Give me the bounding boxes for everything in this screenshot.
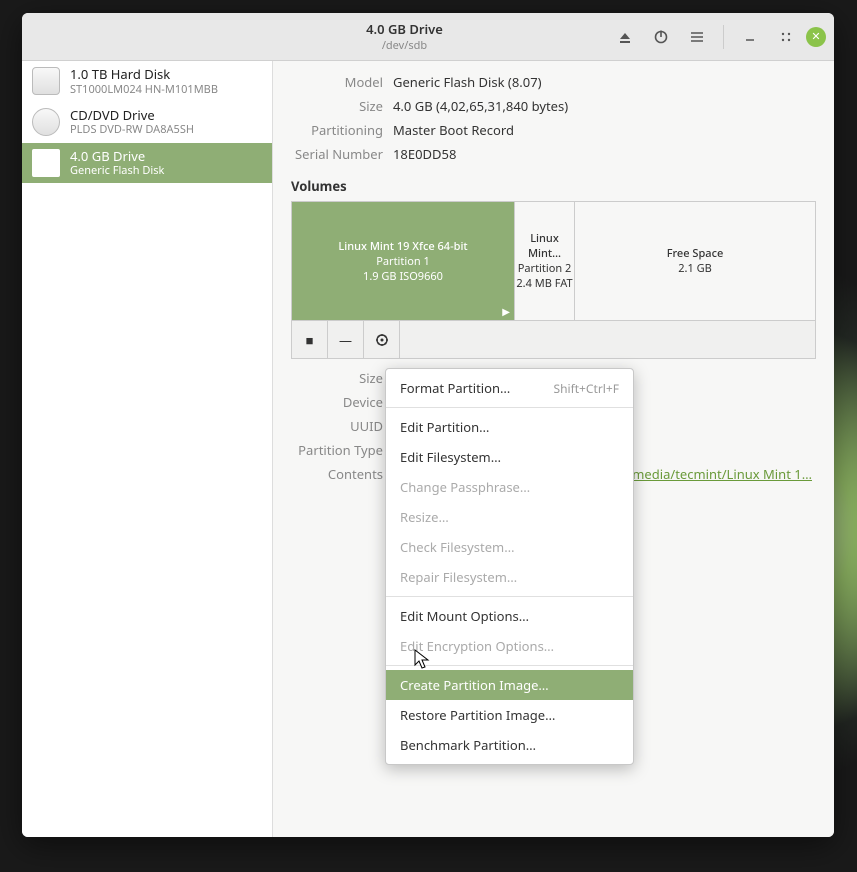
volume-free-space[interactable]: Free Space 2.1 GB	[575, 202, 815, 320]
menu-item-format-partition[interactable]: Format Partition… Shift+Ctrl+F	[386, 373, 633, 403]
volumes-heading: Volumes	[291, 177, 816, 195]
volume-partition-1[interactable]: Linux Mint 19 Xfce 64-bit Partition 1 1.…	[292, 202, 515, 320]
menu-item-benchmark-partition[interactable]: Benchmark Partition…	[386, 730, 633, 760]
volume-name: Free Space	[667, 246, 724, 261]
delete-partition-button[interactable]: —	[328, 321, 364, 358]
menu-item-change-passphrase: Change Passphrase…	[386, 472, 633, 502]
menu-item-label: Benchmark Partition…	[400, 736, 536, 754]
title-center: 4.0 GB Drive /dev/sdb	[200, 20, 609, 53]
menu-item-edit-filesystem[interactable]: Edit Filesystem…	[386, 442, 633, 472]
volume-partition-label: Partition 2	[518, 261, 572, 276]
sidebar-item-label: CD/DVD Drive	[70, 108, 194, 124]
window-title: 4.0 GB Drive	[200, 20, 609, 38]
label-partitioning: Partitioning	[291, 121, 383, 139]
menu-item-edit-mount-options[interactable]: Edit Mount Options…	[386, 601, 633, 631]
unmount-button[interactable]: ■	[292, 321, 328, 358]
menu-separator	[386, 596, 633, 597]
sidebar-item-sublabel: Generic Flash Disk	[70, 164, 164, 177]
menu-item-edit-partition[interactable]: Edit Partition…	[386, 412, 633, 442]
menu-item-resize: Resize…	[386, 502, 633, 532]
device-sidebar: 1.0 TB Hard Disk ST1000LM024 HN-M101MBB …	[22, 61, 273, 837]
sidebar-item-sublabel: PLDS DVD-RW DA8A5SH	[70, 123, 194, 136]
maximize-button[interactable]	[770, 21, 802, 53]
window-subtitle: /dev/sdb	[200, 38, 609, 53]
menu-item-label: Change Passphrase…	[400, 478, 530, 496]
label-size: Size	[291, 97, 383, 115]
value-size: 4.0 GB (4,02,65,31,840 bytes)	[393, 97, 568, 115]
value-partitioning: Master Boot Record	[393, 121, 514, 139]
value-model: Generic Flash Disk (8.07)	[393, 73, 542, 91]
menu-item-label: Check Filesystem…	[400, 538, 514, 556]
menu-item-label: Edit Partition…	[400, 418, 489, 436]
volume-toolbar: ■ —	[291, 321, 816, 359]
volume-size-label: 2.4 MB FAT	[516, 276, 572, 291]
menu-item-label: Resize…	[400, 508, 449, 526]
mount-point-link[interactable]: /media/tecmint/Linux Mint 1…	[627, 465, 812, 483]
label-ptype: Partition Type	[291, 441, 383, 459]
sidebar-item-label: 4.0 GB Drive	[70, 149, 164, 165]
volume-size-label: 2.1 GB	[678, 261, 712, 276]
menu-item-repair-filesystem: Repair Filesystem…	[386, 562, 633, 592]
sidebar-item-sublabel: ST1000LM024 HN-M101MBB	[70, 83, 218, 96]
label-model: Model	[291, 73, 383, 91]
menu-item-label: Repair Filesystem…	[400, 568, 517, 586]
sidebar-item-flash[interactable]: 4.0 GB Drive Generic Flash Disk	[22, 143, 272, 184]
eject-button[interactable]	[609, 21, 641, 53]
menu-item-label: Create Partition Image…	[400, 676, 549, 694]
label-part-size: Size	[291, 369, 383, 387]
titlebar-controls: ✕	[609, 21, 826, 53]
volume-partition-label: Partition 1	[376, 254, 430, 269]
flash-drive-icon	[32, 149, 60, 177]
menu-item-check-filesystem: Check Filesystem…	[386, 532, 633, 562]
menu-separator	[386, 407, 633, 408]
sidebar-item-hdd[interactable]: 1.0 TB Hard Disk ST1000LM024 HN-M101MBB	[22, 61, 272, 102]
sidebar-item-optical[interactable]: CD/DVD Drive PLDS DVD-RW DA8A5SH	[22, 102, 272, 143]
hamburger-menu-button[interactable]	[681, 21, 713, 53]
menu-item-label: Edit Filesystem…	[400, 448, 501, 466]
sidebar-item-label: 1.0 TB Hard Disk	[70, 67, 218, 83]
label-device: Device	[291, 393, 383, 411]
volume-size-label: 1.9 GB ISO9660	[363, 269, 443, 284]
menu-item-label: Edit Mount Options…	[400, 607, 529, 625]
label-serial: Serial Number	[291, 145, 383, 163]
power-button[interactable]	[645, 21, 677, 53]
volumes-diagram: Linux Mint 19 Xfce 64-bit Partition 1 1.…	[291, 201, 816, 321]
close-button[interactable]: ✕	[806, 27, 826, 47]
label-contents: Contents	[291, 465, 383, 483]
menu-item-accelerator: Shift+Ctrl+F	[554, 380, 620, 397]
volume-partition-2[interactable]: Linux Mint… Partition 2 2.4 MB FAT	[515, 202, 575, 320]
play-icon: ▶	[502, 304, 510, 318]
volume-name: Linux Mint…	[515, 231, 574, 261]
titlebar: 4.0 GB Drive /dev/sdb ✕	[22, 13, 834, 61]
label-uuid: UUID	[291, 417, 383, 435]
hdd-icon	[32, 67, 60, 95]
menu-item-label: Restore Partition Image…	[400, 706, 555, 724]
volume-name: Linux Mint 19 Xfce 64-bit	[338, 239, 467, 254]
mouse-cursor	[414, 649, 432, 676]
menu-item-restore-partition-image[interactable]: Restore Partition Image…	[386, 700, 633, 730]
partition-context-menu: Format Partition… Shift+Ctrl+F Edit Partit…	[385, 368, 634, 765]
value-serial: 18E0DD58	[393, 145, 456, 163]
more-options-button[interactable]	[364, 321, 400, 358]
disc-icon	[32, 108, 60, 136]
menu-item-label: Format Partition…	[400, 379, 510, 397]
minimize-button[interactable]	[734, 21, 766, 53]
